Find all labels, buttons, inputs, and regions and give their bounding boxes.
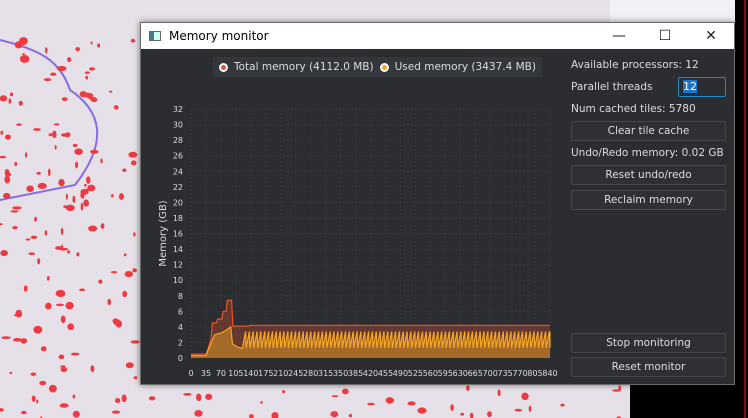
x-tick-label: 385: [348, 369, 363, 378]
processors-label: Available processors: 12: [571, 59, 699, 71]
y-tick-label: 32: [173, 105, 183, 114]
x-tick-label: 455: [378, 369, 393, 378]
x-tick-label: 665: [468, 369, 483, 378]
reset-undo-redo-button[interactable]: Reset undo/redo: [571, 165, 726, 185]
chart-plot: 024681012141618202224262830320 35 70 105 140…: [158, 105, 558, 398]
y-tick-label: 12: [173, 261, 183, 270]
legend-used: Used memory (3437.4 MB): [394, 61, 536, 73]
memory-monitor-window: Memory monitor — ☐ ✕ 0 2 4 6 8 10 12 14 16 18 20 22…: [140, 22, 735, 398]
minimize-button[interactable]: —: [596, 28, 642, 44]
y-tick-label: 16: [173, 230, 183, 239]
y-tick-label: 30: [173, 121, 183, 130]
x-tick-label: 350: [333, 369, 348, 378]
undo-memory-label: Undo/Redo memory: 0.02 GB: [571, 147, 724, 159]
y-tick-label: 2: [178, 338, 183, 347]
parallel-threads-input[interactable]: 12: [678, 77, 726, 97]
x-tick-label: 210: [273, 369, 288, 378]
y-axis-label: Memory (GB): [158, 200, 169, 266]
threads-value: 12: [683, 80, 697, 93]
y-tick-label: 18: [173, 214, 183, 223]
y-tick-label: 28: [173, 136, 183, 145]
title-bar: Memory monitor — ☐ ✕: [141, 23, 734, 49]
window-title: Memory monitor: [169, 29, 269, 43]
x-tick-label: 315: [318, 369, 333, 378]
x-tick-label: 525: [408, 369, 423, 378]
x-tick-label: 105: [228, 369, 243, 378]
x-tick-label: 595: [438, 369, 453, 378]
close-button[interactable]: ✕: [688, 28, 734, 44]
x-tick-label: 35: [201, 369, 211, 378]
x-tick-label: 700: [483, 369, 498, 378]
x-tick-label: 770: [512, 369, 527, 378]
chart-legend: Total memory (4112.0 MB) Used memory (34…: [213, 57, 542, 77]
x-tick-label: 805: [527, 369, 542, 378]
y-tick-label: 20: [173, 198, 183, 207]
legend-total: Total memory (4112.0 MB): [234, 61, 374, 73]
threads-label: Parallel threads: [571, 81, 653, 93]
y-tick-label: 4: [178, 323, 183, 332]
memory-chart: 0 2 4 6 8 10 12 14 16 18 20 22 24 26 28 30 32 0 35 70 105 140…: [141, 49, 561, 398]
stop-monitoring-button[interactable]: Stop monitoring: [571, 333, 726, 353]
reclaim-memory-button[interactable]: Reclaim memory: [571, 190, 726, 210]
y-tick-label: 10: [173, 276, 183, 285]
y-tick-label: 6: [178, 307, 183, 316]
x-tick-label: 140: [243, 369, 258, 378]
y-tick-label: 22: [173, 183, 183, 192]
app-icon: [149, 31, 161, 41]
cached-tiles-label: Num cached tiles: 5780: [571, 103, 696, 115]
x-tick-label: 280: [303, 369, 318, 378]
x-tick-label: 560: [423, 369, 438, 378]
x-tick-label: 175: [258, 369, 273, 378]
y-tick-label: 24: [173, 167, 183, 176]
y-tick-label: 14: [173, 245, 183, 254]
clear-tile-cache-button[interactable]: Clear tile cache: [571, 121, 726, 141]
x-tick-label: 735: [497, 369, 512, 378]
x-tick-label: 490: [393, 369, 408, 378]
maximize-button[interactable]: ☐: [642, 28, 688, 44]
reset-monitor-button[interactable]: Reset monitor: [571, 357, 726, 377]
total-legend-marker: [219, 62, 228, 72]
y-tick-label: 0: [178, 354, 183, 363]
x-tick-label: 0: [188, 369, 193, 378]
x-tick-label: 420: [363, 369, 378, 378]
x-tick-label: 70: [216, 369, 226, 378]
y-tick-label: 26: [173, 152, 183, 161]
used-legend-marker: [379, 62, 389, 72]
y-tick-label: 8: [178, 292, 183, 301]
x-tick-label: 840: [542, 369, 557, 378]
x-tick-label: 630: [453, 369, 468, 378]
x-tick-label: 245: [288, 369, 303, 378]
